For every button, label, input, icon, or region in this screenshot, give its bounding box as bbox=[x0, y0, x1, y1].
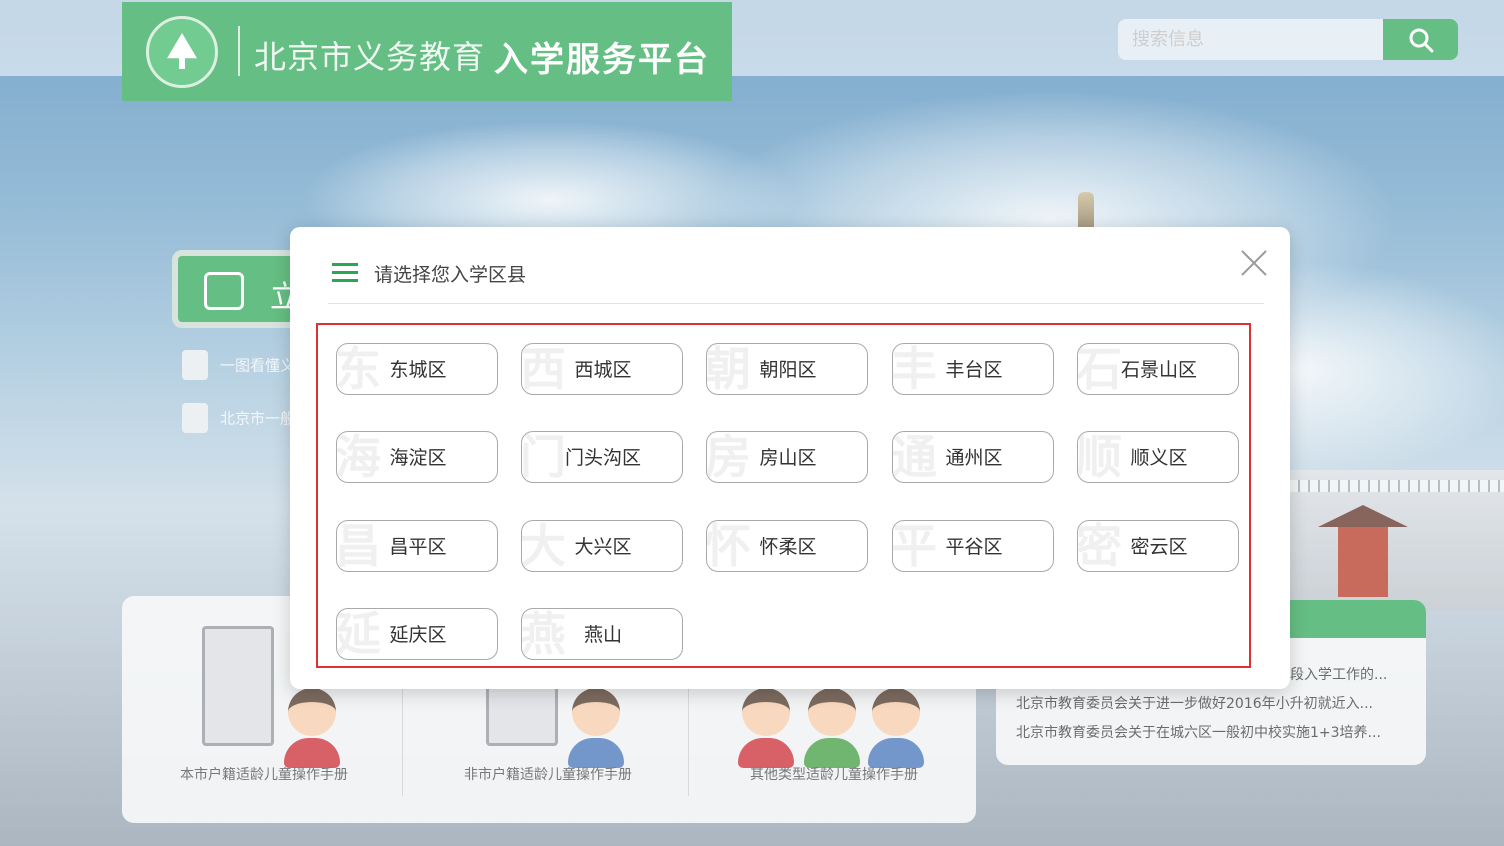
district-fengtai[interactable]: 丰丰台区 bbox=[892, 343, 1054, 395]
district-label: 昌平区 bbox=[389, 536, 447, 558]
district-tongzhou[interactable]: 通通州区 bbox=[892, 431, 1054, 483]
district-label: 顺义区 bbox=[1130, 447, 1188, 469]
district-label: 通州区 bbox=[945, 447, 1003, 469]
district-label: 怀柔区 bbox=[759, 536, 817, 558]
dialog-title: 请选择您入学区县 bbox=[374, 264, 527, 286]
district-huairou[interactable]: 怀怀柔区 bbox=[706, 520, 868, 572]
district-pinggu[interactable]: 平平谷区 bbox=[892, 520, 1054, 572]
district-label: 燕山 bbox=[583, 624, 622, 646]
district-chaoyang[interactable]: 朝朝阳区 bbox=[706, 343, 868, 395]
district-haidian[interactable]: 海海淀区 bbox=[336, 431, 498, 483]
district-miyun[interactable]: 密密云区 bbox=[1077, 520, 1239, 572]
close-icon[interactable] bbox=[1240, 249, 1268, 277]
dialog-header: 请选择您入学区县 bbox=[328, 227, 1264, 304]
district-shijingshan[interactable]: 石石景山区 bbox=[1077, 343, 1239, 395]
district-grid: 东东城区 西西城区 朝朝阳区 丰丰台区 石石景山区 海海淀区 门门头沟区 房房山… bbox=[316, 323, 1251, 668]
district-daxing[interactable]: 大大兴区 bbox=[521, 520, 683, 572]
list-icon bbox=[332, 263, 358, 283]
district-label: 朝阳区 bbox=[759, 359, 817, 381]
district-dongcheng[interactable]: 东东城区 bbox=[336, 343, 498, 395]
district-label: 平谷区 bbox=[945, 536, 1003, 558]
district-label: 石景山区 bbox=[1120, 359, 1197, 381]
district-yanshan[interactable]: 燕燕山 bbox=[521, 608, 683, 660]
district-fangshan[interactable]: 房房山区 bbox=[706, 431, 868, 483]
district-label: 密云区 bbox=[1130, 536, 1188, 558]
district-mentougou[interactable]: 门门头沟区 bbox=[521, 431, 683, 483]
district-label: 房山区 bbox=[759, 447, 817, 469]
district-label: 西城区 bbox=[574, 359, 632, 381]
district-select-dialog: 请选择您入学区县 东东城区 西西城区 朝朝阳区 丰丰台区 石石景山区 海海淀区 … bbox=[290, 227, 1290, 689]
district-yanqing[interactable]: 延延庆区 bbox=[336, 608, 498, 660]
district-shunyi[interactable]: 顺顺义区 bbox=[1077, 431, 1239, 483]
district-label: 东城区 bbox=[389, 359, 447, 381]
district-label: 大兴区 bbox=[574, 536, 632, 558]
district-label: 门头沟区 bbox=[564, 447, 641, 469]
district-label: 延庆区 bbox=[389, 624, 447, 646]
district-label: 海淀区 bbox=[389, 447, 447, 469]
district-label: 丰台区 bbox=[945, 359, 1003, 381]
district-xicheng[interactable]: 西西城区 bbox=[521, 343, 683, 395]
district-changping[interactable]: 昌昌平区 bbox=[336, 520, 498, 572]
